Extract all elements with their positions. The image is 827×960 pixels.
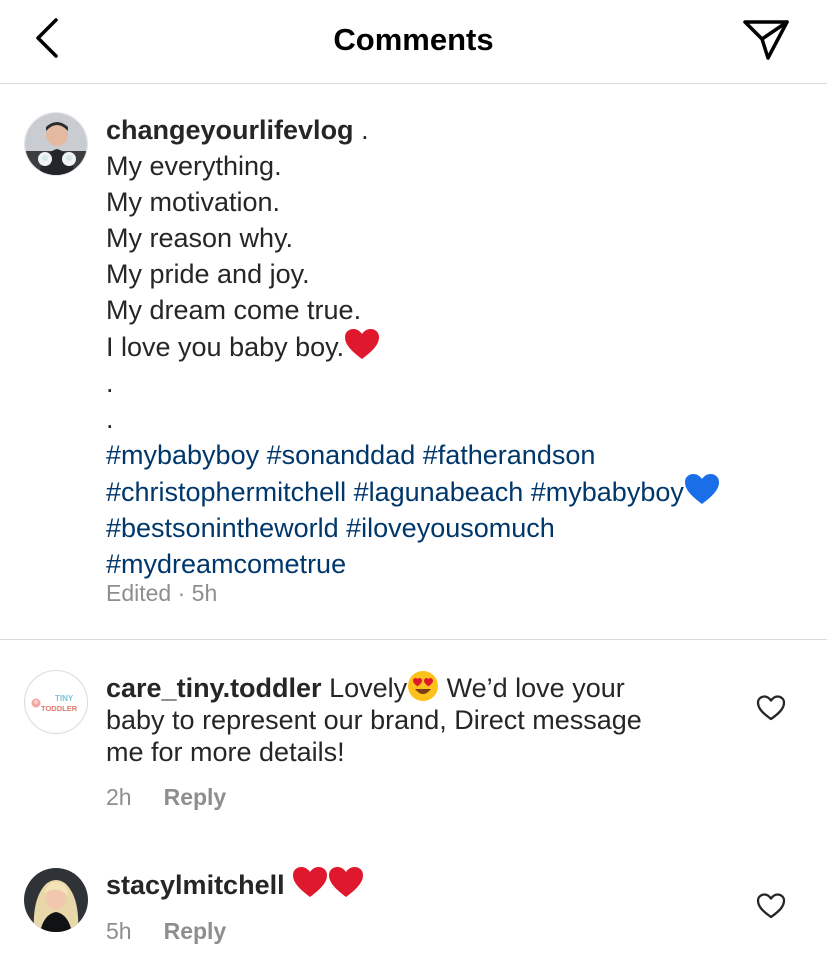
avatar[interactable]: TINY TODDLER (24, 670, 88, 734)
heart-outline-icon (756, 893, 786, 919)
caption-dot: . (106, 368, 114, 398)
caption-dot: . (106, 404, 114, 434)
comment-text-line: me for more details! (106, 737, 345, 767)
comments-header: Comments (0, 0, 827, 84)
hashtag-line-with-heart: #christophermitchell #lagunabeach #mybab… (106, 473, 806, 510)
avatar[interactable] (24, 868, 88, 932)
reply-button[interactable]: Reply (164, 784, 227, 810)
heart-eyes-emoji-icon (408, 671, 439, 701)
comment-text-line: baby to represent our brand, Direct mess… (106, 705, 642, 735)
paper-plane-icon (743, 20, 789, 60)
comment-first-line: stacylmitchell (106, 866, 726, 901)
caption-text: changeyourlifevlog . My everything. My m… (106, 112, 806, 582)
send-button[interactable] (741, 14, 791, 64)
comment-text-part: Lovely (321, 673, 408, 703)
comment-username[interactable]: care_tiny.toddler (106, 673, 322, 703)
reply-button[interactable]: Reply (164, 918, 227, 944)
caption-line: My dream come true. (106, 295, 362, 325)
comment-meta: 2h Reply (106, 784, 226, 811)
caption-username[interactable]: changeyourlifevlog (106, 115, 354, 145)
comment-item: TINY TODDLER care_tiny.toddler Lovely We… (0, 640, 827, 840)
comment-text: stacylmitchell (106, 866, 726, 901)
red-heart-icon (329, 867, 364, 897)
blue-heart-icon (684, 474, 719, 504)
hashtag-line[interactable]: #mydreamcometrue (106, 546, 806, 582)
heart-outline-icon (756, 695, 786, 721)
comment-text: care_tiny.toddler Lovely We’d love your … (106, 670, 726, 768)
user-photo (24, 868, 88, 932)
caption-meta: Edited · 5h (106, 580, 218, 606)
page-title: Comments (333, 22, 494, 57)
caption-line: My reason why. (106, 223, 294, 253)
avatar[interactable] (24, 112, 88, 176)
red-heart-icon (293, 867, 328, 897)
red-heart-icon (345, 329, 380, 359)
user-photo (25, 113, 87, 175)
like-button[interactable] (756, 892, 786, 920)
comment-text-part: We’d love your (439, 673, 625, 703)
comment-time: 2h (106, 784, 132, 810)
comment-item: stacylmitchell 5h Reply (0, 840, 827, 960)
comment-meta: 5h Reply (106, 918, 226, 945)
like-button[interactable] (756, 694, 786, 722)
caption-line: My everything. (106, 151, 282, 181)
caption-line: I love you baby boy. (106, 332, 345, 362)
comment-time: 5h (106, 918, 132, 944)
caption-username-suffix: . (353, 115, 369, 145)
hashtag-line[interactable]: #bestsonintheworld #iloveyousomuch (106, 510, 806, 546)
caption-love-line: I love you baby boy. (106, 328, 806, 365)
caption-line: My motivation. (106, 187, 281, 217)
caption-header-line: changeyourlifevlog . (106, 112, 806, 148)
hashtag-line[interactable]: #christophermitchell #lagunabeach #mybab… (106, 477, 684, 507)
comment-username[interactable]: stacylmitchell (106, 870, 285, 900)
caption-section: changeyourlifevlog . My everything. My m… (0, 84, 827, 640)
caption-line: My pride and joy. (106, 259, 310, 289)
hashtag-line[interactable]: #mybabyboy #sonanddad #fatherandson (106, 437, 806, 473)
comment-first-line: care_tiny.toddler Lovely We’d love your (106, 670, 726, 704)
logo-text-bottom: TODDLER (41, 704, 78, 713)
tiny-toddler-logo: TINY TODDLER (31, 694, 78, 713)
logo-text-top: TINY (55, 694, 74, 703)
